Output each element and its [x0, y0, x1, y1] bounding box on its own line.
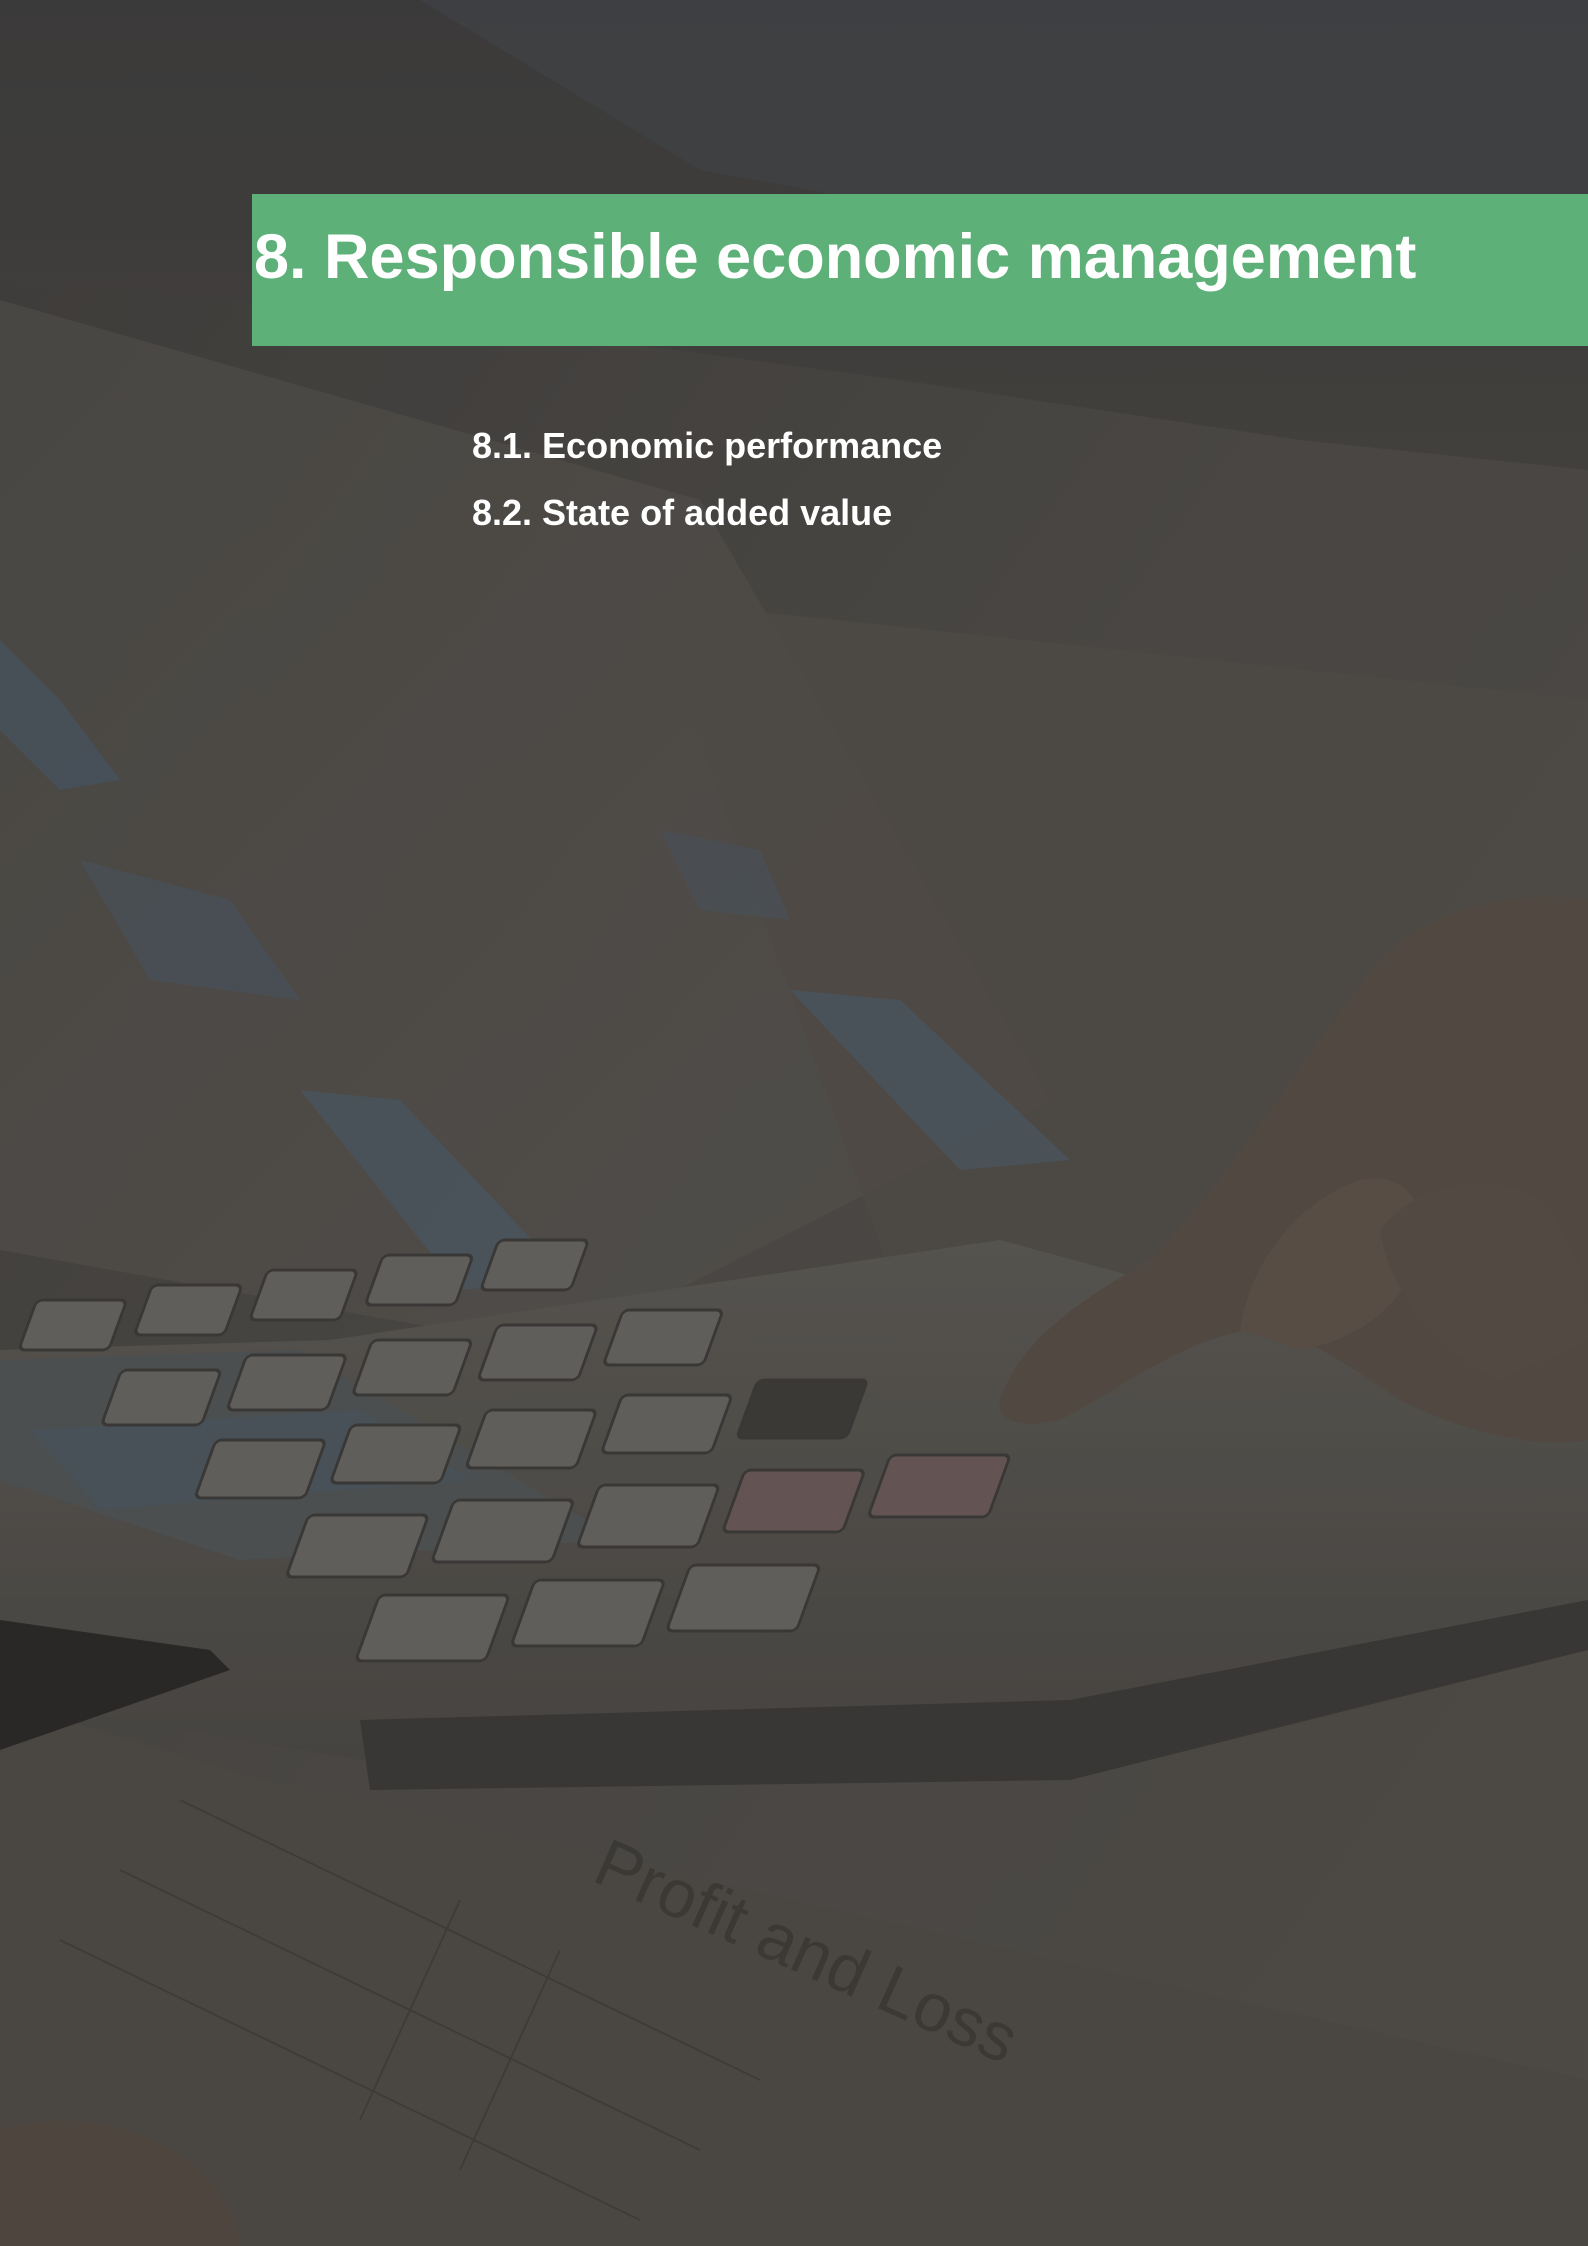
toc-item[interactable]: 8.2. State of added value	[472, 495, 942, 562]
section-title-banner: 8. Responsible economic management	[252, 194, 1588, 346]
toc-item[interactable]: 8.1. Economic performance	[472, 428, 942, 495]
section-title: 8. Responsible economic management	[254, 222, 1417, 292]
table-of-contents: 8.1. Economic performance 8.2. State of …	[472, 428, 942, 562]
